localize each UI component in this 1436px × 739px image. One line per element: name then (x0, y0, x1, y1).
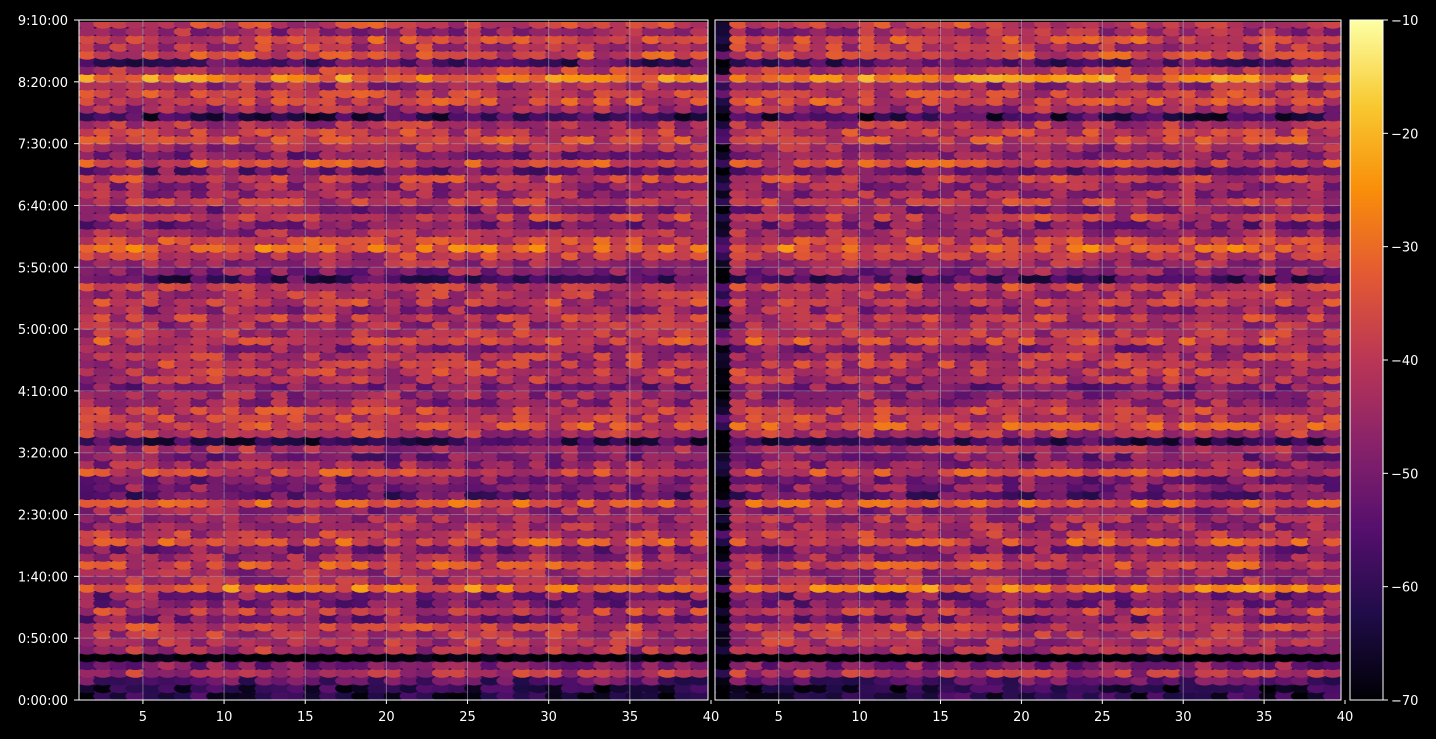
heatmap-panel-left (79, 22, 708, 700)
heatmap-cell (689, 22, 708, 29)
heatmap-chart: 5 10 15 20 25 30 35 40 5 10 15 20 25 30 35 400:00:000:5… (18, 14, 1419, 725)
heatmap-panel-right (715, 22, 1341, 700)
